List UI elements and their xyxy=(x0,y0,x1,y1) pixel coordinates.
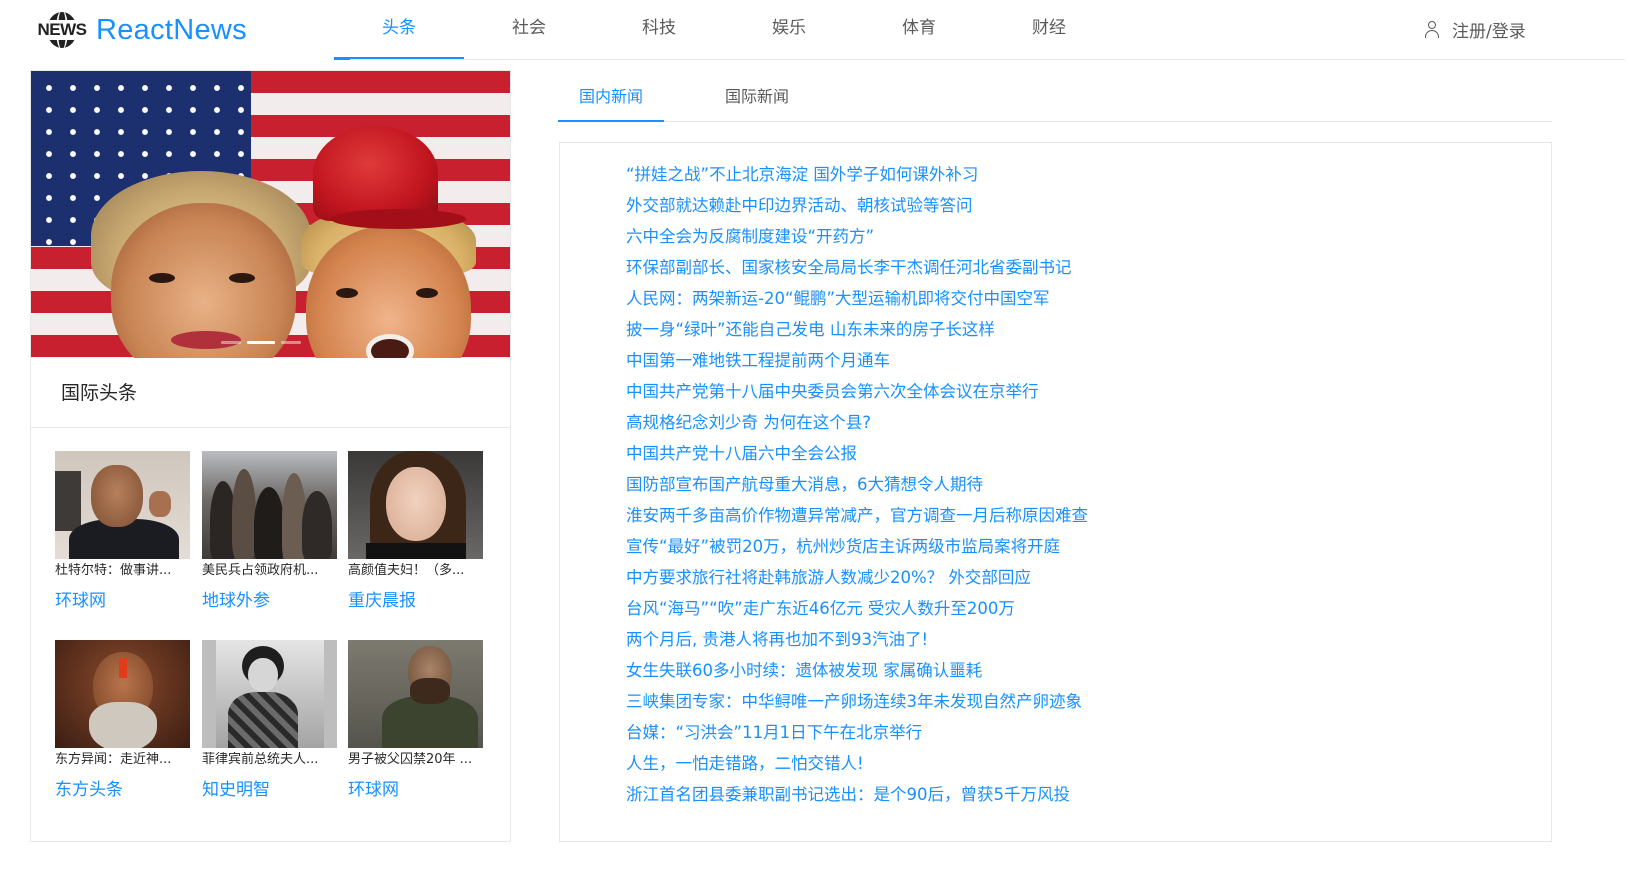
thumb-source[interactable]: 知史明智 xyxy=(202,780,342,800)
thumb-source[interactable]: 地球外参 xyxy=(202,591,342,611)
thumb-caption[interactable]: 美民兵占领政府机... xyxy=(202,563,332,579)
news-item[interactable]: 环保部副部长、国家核安全局局长李干杰调任河北省委副书记 xyxy=(626,252,1088,283)
news-item[interactable]: 人生，一怕走错路，二怕交错人! xyxy=(626,748,1088,779)
logo[interactable]: NEWS ReactNews xyxy=(34,10,247,50)
tab-international-news[interactable]: 国际新闻 xyxy=(704,74,810,122)
news-item[interactable]: 淮安两千多亩高价作物遭异常减产，官方调查一月后称原因难查 xyxy=(626,500,1088,531)
thumb-item[interactable]: 东方异闻：走近神... 东方头条 xyxy=(55,640,195,800)
news-item[interactable]: 女生失联60多小时续：遗体被发现 家属确认噩耗 xyxy=(626,655,1088,686)
news-item[interactable]: 三峡集团专家：中华鲟唯一产卵场连续3年未发现自然产卵迹象 xyxy=(626,686,1088,717)
news-item[interactable]: 台风“海马”“吹”走广东近46亿元 受灾人数升至200万 xyxy=(626,593,1088,624)
thumb-image[interactable] xyxy=(55,451,190,559)
tabs-divider xyxy=(558,121,1552,122)
login-link[interactable]: 注册/登录 xyxy=(1424,16,1526,42)
news-item[interactable]: 外交部就达赖赴中印边界活动、朝核试验等答问 xyxy=(626,190,1088,221)
carousel-dot[interactable] xyxy=(281,341,301,344)
thumb-image[interactable] xyxy=(348,640,483,748)
nav-item-sports[interactable]: 体育 xyxy=(854,0,984,60)
carousel-dots xyxy=(221,341,301,344)
thumb-source[interactable]: 重庆晨报 xyxy=(348,591,488,611)
card-title: 国际头条 xyxy=(31,358,510,428)
thumb-image[interactable] xyxy=(348,451,483,559)
thumb-item[interactable]: 高颜值夫妇！（多... 重庆晨报 xyxy=(348,451,488,611)
login-label: 注册/登录 xyxy=(1452,21,1526,42)
header-divider xyxy=(350,59,1625,60)
thumb-image[interactable] xyxy=(202,451,337,559)
news-item[interactable]: 中国第一难地铁工程提前两个月通车 xyxy=(626,345,1088,376)
nav-item-tech[interactable]: 科技 xyxy=(594,0,724,60)
thumb-item[interactable]: 杜特尔特：做事讲... 环球网 xyxy=(55,451,195,611)
top-header: NEWS ReactNews 头条 社会 科技 娱乐 体育 财经 注册/登录 xyxy=(0,0,1631,60)
thumb-caption[interactable]: 男子被父囚禁20年 ... xyxy=(348,752,478,768)
nav-item-entertainment[interactable]: 娱乐 xyxy=(724,0,854,60)
news-item[interactable]: 两个月后, 贵港人将再也加不到93汽油了! xyxy=(626,624,1088,655)
news-tabs: 国内新闻 国际新闻 xyxy=(558,74,1552,122)
thumb-item[interactable]: 菲律宾前总统夫人... 知史明智 xyxy=(202,640,342,800)
image-carousel[interactable] xyxy=(31,71,510,358)
thumb-source[interactable]: 东方头条 xyxy=(55,780,195,800)
news-item[interactable]: 中国共产党第十八届中央委员会第六次全体会议在京举行 xyxy=(626,376,1088,407)
news-list-card: “拼娃之战”不止北京海淀 国外学子如何课外补习 外交部就达赖赴中印边界活动、朝核… xyxy=(559,142,1552,842)
news-item[interactable]: 高规格纪念刘少奇 为何在这个县? xyxy=(626,407,1088,438)
nav-item-headlines[interactable]: 头条 xyxy=(334,0,464,60)
news-list: “拼娃之战”不止北京海淀 国外学子如何课外补习 外交部就达赖赴中印边界活动、朝核… xyxy=(626,159,1088,810)
news-item[interactable]: 浙江首名团县委兼职副书记选出：是个90后，曾获5千万风投 xyxy=(626,779,1088,810)
news-item[interactable]: 中方要求旅行社将赴韩旅游人数减少20%？ 外交部回应 xyxy=(626,562,1088,593)
tab-domestic-news[interactable]: 国内新闻 xyxy=(558,74,664,122)
carousel-dot-active[interactable] xyxy=(247,341,275,344)
news-globe-icon: NEWS xyxy=(34,10,90,50)
thumb-caption[interactable]: 杜特尔特：做事讲... xyxy=(55,563,185,579)
thumb-caption[interactable]: 东方异闻：走近神... xyxy=(55,752,185,768)
news-item[interactable]: 国防部宣布国产航母重大消息，6大猜想令人期待 xyxy=(626,469,1088,500)
news-item[interactable]: “拼娃之战”不止北京海淀 国外学子如何课外补习 xyxy=(626,159,1088,190)
thumb-image[interactable] xyxy=(55,640,190,748)
nav-item-finance[interactable]: 财经 xyxy=(984,0,1114,60)
carousel-dot[interactable] xyxy=(221,341,241,344)
nav-item-society[interactable]: 社会 xyxy=(464,0,594,60)
carousel-figure-left xyxy=(111,203,296,358)
thumb-source[interactable]: 环球网 xyxy=(348,780,488,800)
news-item[interactable]: 披一身“绿叶”还能自己发电 山东未来的房子长这样 xyxy=(626,314,1088,345)
thumb-item[interactable]: 男子被父囚禁20年 ... 环球网 xyxy=(348,640,488,800)
logo-text: ReactNews xyxy=(96,13,247,46)
logo-mark-text: NEWS xyxy=(34,21,90,39)
user-icon xyxy=(1424,20,1440,38)
thumb-caption[interactable]: 菲律宾前总统夫人... xyxy=(202,752,332,768)
thumb-image[interactable] xyxy=(202,640,337,748)
thumb-item[interactable]: 美民兵占领政府机... 地球外参 xyxy=(202,451,342,611)
news-item[interactable]: 宣传“最好”被罚20万，杭州炒货店主诉两级市监局案将开庭 xyxy=(626,531,1088,562)
carousel-figure-cap xyxy=(313,126,438,221)
news-item[interactable]: 六中全会为反腐制度建设“开药方” xyxy=(626,221,1088,252)
news-item[interactable]: 台媒：“习洪会”11月1日下午在北京举行 xyxy=(626,717,1088,748)
intl-headlines-card: 国际头条 杜特尔特：做事讲... 环球网 美民兵占领政府机... 地球外参 高颜… xyxy=(30,70,511,842)
carousel-figure-cap-bill xyxy=(331,209,466,229)
tab-ink-bar xyxy=(558,120,664,122)
news-item[interactable]: 人民网：两架新运-20“鲲鹏”大型运输机即将交付中国空军 xyxy=(626,283,1088,314)
thumb-caption[interactable]: 高颜值夫妇！（多... xyxy=(348,563,478,579)
news-item[interactable]: 中国共产党十八届六中全会公报 xyxy=(626,438,1088,469)
thumb-source[interactable]: 环球网 xyxy=(55,591,195,611)
